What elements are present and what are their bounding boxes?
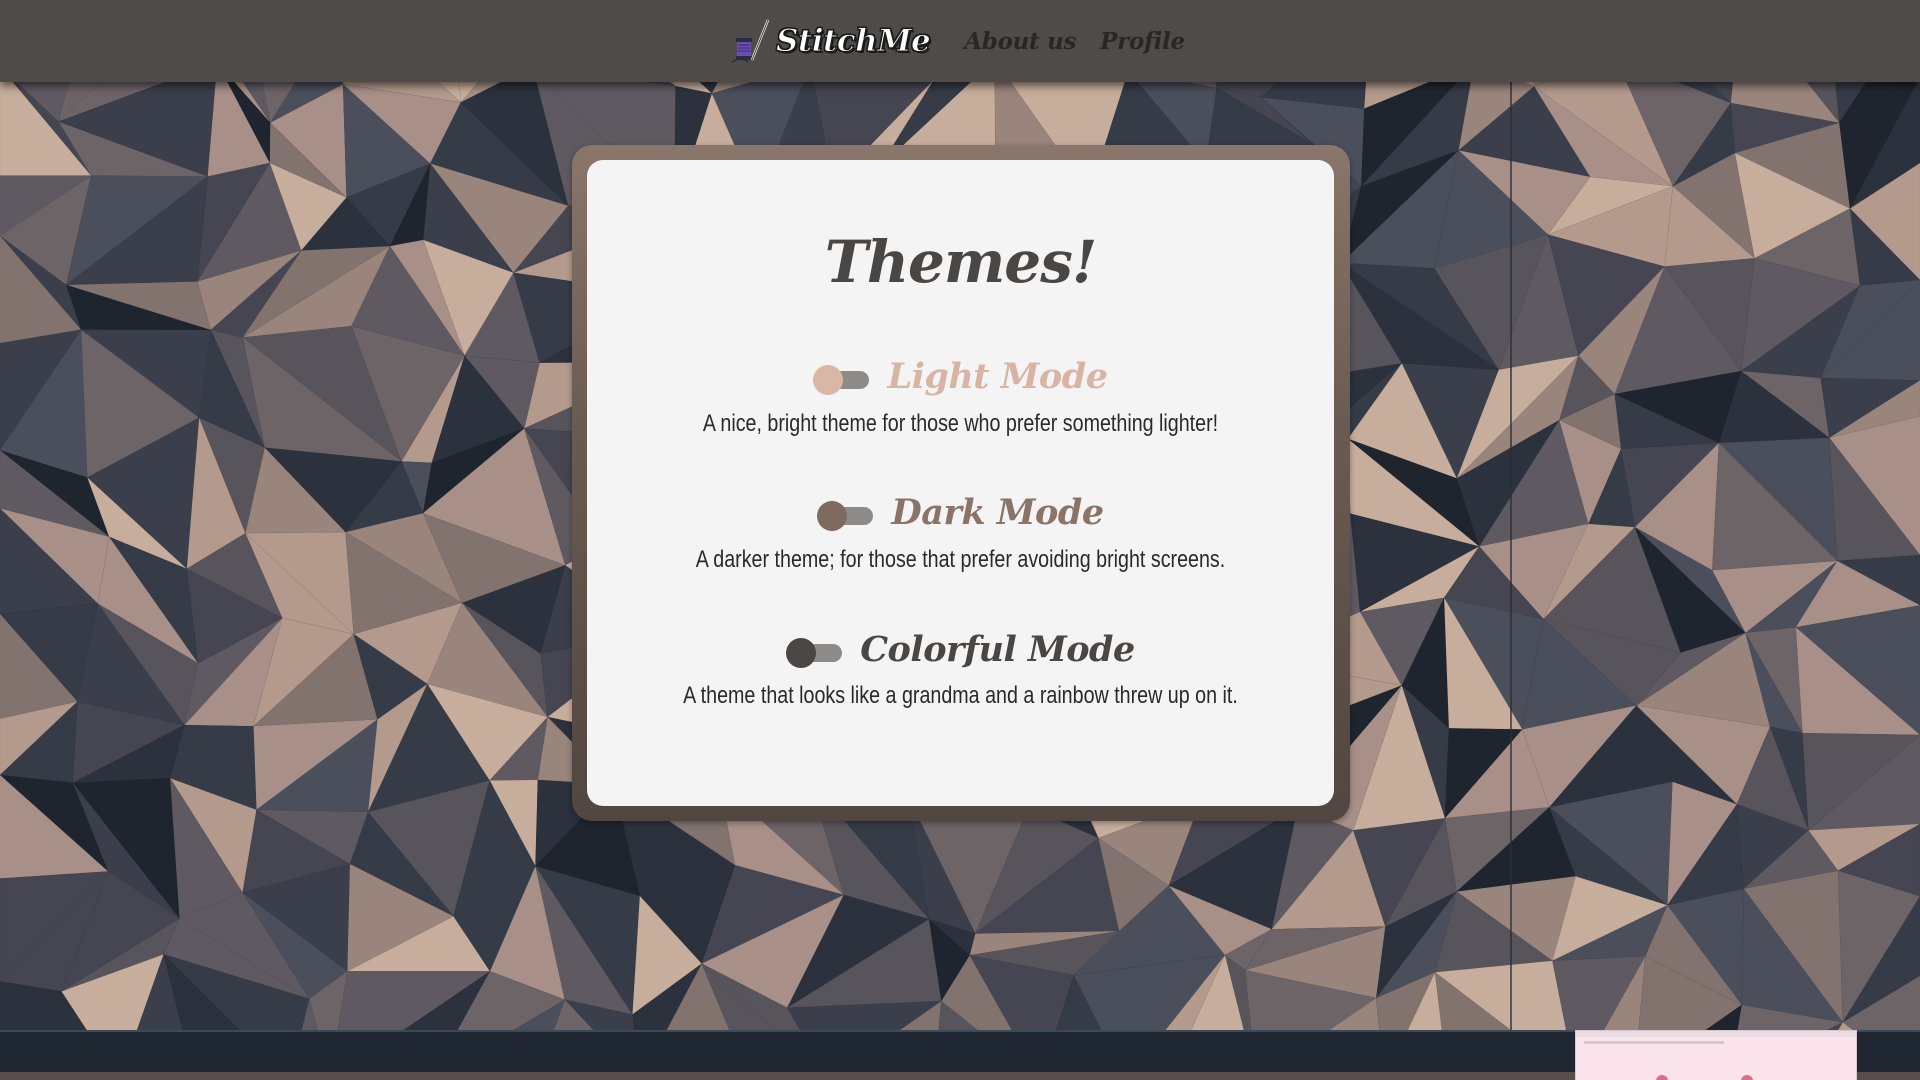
light-mode-description: A nice, bright theme for those who prefe… bbox=[702, 410, 1219, 437]
themes-card: Themes! Light Mode A nice, bright theme … bbox=[587, 160, 1334, 806]
heart-icon bbox=[1656, 1075, 1668, 1080]
preview-thumbnail[interactable] bbox=[1575, 1030, 1857, 1080]
heart-icon bbox=[1741, 1075, 1753, 1080]
themes-card-frame: Themes! Light Mode A nice, bright theme … bbox=[572, 145, 1350, 821]
page-title: Themes! bbox=[824, 228, 1098, 296]
thumbnail-bar bbox=[1576, 1031, 1856, 1037]
theme-option-colorful: Colorful Mode bbox=[587, 629, 1334, 670]
theme-option-light: Light Mode bbox=[587, 356, 1334, 397]
toggle-knob bbox=[813, 364, 844, 395]
colorful-mode-description: A theme that looks like a grandma and a … bbox=[683, 682, 1238, 709]
colorful-mode-toggle[interactable] bbox=[786, 635, 844, 668]
colorful-mode-label: Colorful Mode bbox=[860, 629, 1135, 670]
thumbnail-line bbox=[1584, 1041, 1724, 1044]
nav-link-profile[interactable]: Profile bbox=[1100, 28, 1185, 55]
toggle-knob bbox=[817, 500, 848, 531]
toggle-knob bbox=[786, 637, 817, 668]
brand-home-link[interactable]: StitchMe bbox=[728, 16, 931, 66]
sewing-spool-needle-icon bbox=[731, 19, 770, 63]
theme-option-dark: Dark Mode bbox=[587, 492, 1334, 533]
light-mode-label: Light Mode bbox=[887, 356, 1108, 397]
dark-mode-label: Dark Mode bbox=[891, 492, 1104, 533]
dark-mode-toggle[interactable] bbox=[817, 498, 875, 531]
top-navbar: StitchMe About us Profile bbox=[0, 0, 1920, 82]
nav-link-about-us[interactable]: About us bbox=[964, 28, 1076, 55]
dark-mode-description: A darker theme; for those that prefer av… bbox=[695, 546, 1226, 573]
brand-name: StitchMe bbox=[775, 23, 931, 60]
light-mode-toggle[interactable] bbox=[813, 362, 871, 395]
nav-container: StitchMe About us Profile bbox=[728, 16, 1185, 66]
